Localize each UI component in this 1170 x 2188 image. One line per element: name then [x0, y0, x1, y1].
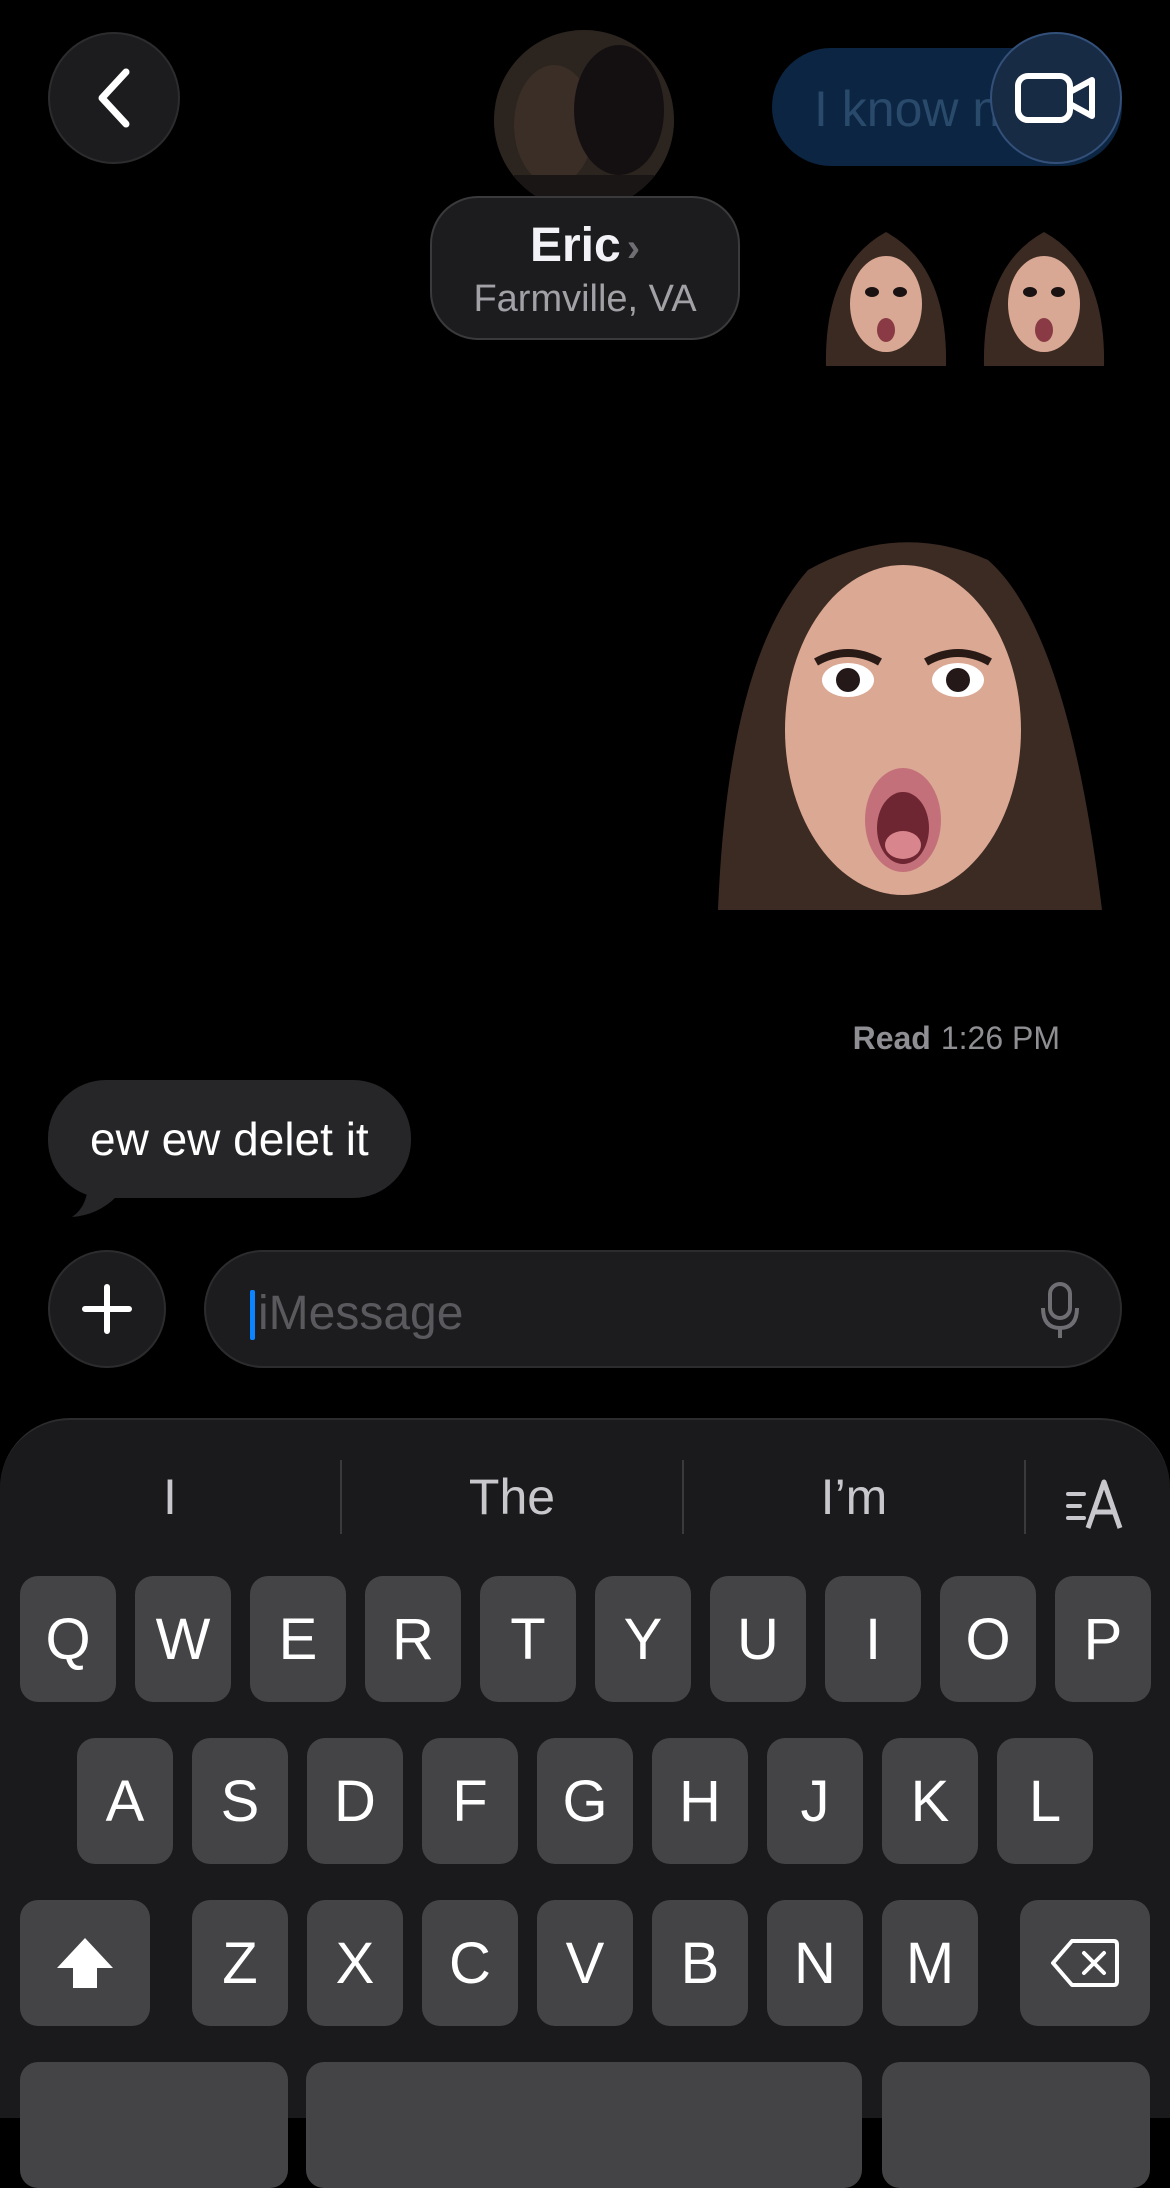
key-m[interactable]: M — [882, 1900, 978, 2026]
key-k[interactable]: K — [882, 1738, 978, 1864]
suggestion-3[interactable]: I’m — [684, 1468, 1024, 1526]
add-attachment-button[interactable] — [48, 1250, 166, 1368]
sticker-image[interactable] — [816, 226, 956, 366]
key-w[interactable]: W — [135, 1576, 231, 1702]
key-f[interactable]: F — [422, 1738, 518, 1864]
shift-key[interactable] — [20, 1900, 150, 2026]
key-u[interactable]: U — [710, 1576, 806, 1702]
suggestion-divider — [1024, 1460, 1026, 1534]
key-t[interactable]: T — [480, 1576, 576, 1702]
key-l[interactable]: L — [997, 1738, 1093, 1864]
text-format-icon[interactable] — [1064, 1476, 1128, 1532]
contact-name: Eric — [529, 219, 621, 272]
chevron-right-icon: › — [626, 226, 641, 270]
shift-arrow-icon — [57, 1938, 113, 1988]
key-y[interactable]: Y — [595, 1576, 691, 1702]
key-o[interactable]: O — [940, 1576, 1036, 1702]
space-key[interactable] — [306, 2062, 862, 2188]
read-receipt: Read 1:26 PM — [853, 1020, 1060, 1057]
plus-icon — [82, 1284, 132, 1334]
imessage-input[interactable]: iMessage — [204, 1250, 1122, 1368]
sticker-image-large[interactable] — [718, 540, 1102, 910]
key-h[interactable]: H — [652, 1738, 748, 1864]
contact-avatar[interactable] — [494, 30, 674, 210]
sent-message-text: I know n — [814, 81, 1001, 137]
key-a[interactable]: A — [77, 1738, 173, 1864]
numbers-key[interactable] — [20, 2062, 288, 2188]
contact-header[interactable]: Eric › Farmville, VA — [430, 196, 740, 340]
key-d[interactable]: D — [307, 1738, 403, 1864]
key-j[interactable]: J — [767, 1738, 863, 1864]
return-key[interactable] — [882, 2062, 1150, 2188]
suggestion-2[interactable]: The — [342, 1468, 682, 1526]
read-label: Read — [852, 1020, 931, 1056]
key-z[interactable]: Z — [192, 1900, 288, 2026]
key-b[interactable]: B — [652, 1900, 748, 2026]
facetime-video-button[interactable] — [990, 32, 1122, 164]
video-camera-icon — [1015, 73, 1095, 123]
back-button[interactable] — [48, 32, 180, 164]
key-q[interactable]: Q — [20, 1576, 116, 1702]
read-time: 1:26 PM — [940, 1020, 1060, 1056]
key-i[interactable]: I — [825, 1576, 921, 1702]
chevron-left-icon — [98, 68, 130, 128]
backspace-icon — [1051, 1939, 1119, 1987]
bubble-tail — [72, 1175, 116, 1217]
suggestion-1[interactable]: I — [0, 1468, 340, 1526]
key-x[interactable]: X — [307, 1900, 403, 2026]
key-g[interactable]: G — [537, 1738, 633, 1864]
key-p[interactable]: P — [1055, 1576, 1151, 1702]
key-r[interactable]: R — [365, 1576, 461, 1702]
key-e[interactable]: E — [250, 1576, 346, 1702]
microphone-icon[interactable] — [1040, 1282, 1080, 1340]
key-s[interactable]: S — [192, 1738, 288, 1864]
key-v[interactable]: V — [537, 1900, 633, 2026]
text-cursor — [250, 1290, 255, 1340]
key-c[interactable]: C — [422, 1900, 518, 2026]
keyboard: I The I’m Q W E R T Y U I O P A S D F G … — [0, 1418, 1170, 2188]
contact-location: Farmville, VA — [473, 278, 697, 320]
sticker-image[interactable] — [974, 226, 1114, 366]
key-n[interactable]: N — [767, 1900, 863, 2026]
input-placeholder: iMessage — [258, 1287, 464, 1340]
delete-key[interactable] — [1020, 1900, 1150, 2026]
received-message-text: ew ew delet it — [90, 1113, 369, 1165]
